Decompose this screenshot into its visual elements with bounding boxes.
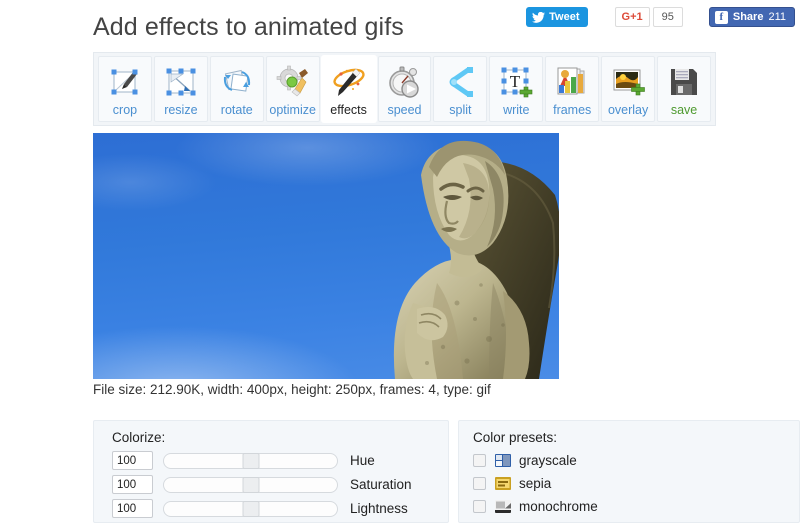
social-share-bar: Tweet G+1 95 f Share 211 bbox=[526, 7, 795, 27]
saturation-label: Saturation bbox=[350, 477, 412, 492]
save-icon bbox=[663, 62, 705, 102]
tool-label: speed bbox=[387, 103, 422, 117]
monochrome-checkbox[interactable] bbox=[473, 500, 486, 513]
hue-value-input[interactable] bbox=[112, 451, 153, 470]
facebook-share-label: Share bbox=[732, 11, 764, 23]
saturation-value-input[interactable] bbox=[112, 475, 153, 494]
optimize-icon bbox=[272, 62, 314, 102]
tool-label: save bbox=[670, 103, 698, 117]
colorize-panel: Colorize: Hue Saturation Lightness bbox=[93, 420, 449, 523]
page-title: Add effects to animated gifs bbox=[93, 13, 404, 41]
grayscale-label: grayscale bbox=[519, 453, 577, 468]
effects-icon bbox=[328, 62, 370, 102]
hue-slider[interactable] bbox=[163, 452, 338, 469]
tool-frames[interactable]: frames bbox=[545, 56, 600, 122]
tool-label: resize bbox=[164, 103, 198, 117]
preset-row-grayscale: grayscale bbox=[473, 450, 799, 471]
file-info-text: File size: 212.90K, width: 400px, height… bbox=[93, 382, 491, 397]
sepia-label: sepia bbox=[519, 476, 552, 491]
google-plus-button[interactable]: G+1 bbox=[614, 7, 650, 27]
speed-icon bbox=[383, 62, 425, 102]
tool-resize[interactable]: resize bbox=[153, 56, 208, 122]
facebook-share-count: 211 bbox=[768, 11, 786, 23]
split-icon bbox=[439, 62, 481, 102]
tweet-button[interactable]: Tweet bbox=[526, 7, 588, 27]
colorize-title: Colorize: bbox=[112, 430, 166, 445]
monochrome-label: monochrome bbox=[519, 499, 598, 514]
tool-label: optimize bbox=[269, 103, 316, 117]
tool-rotate[interactable]: rotate bbox=[209, 56, 264, 122]
tool-speed[interactable]: speed bbox=[377, 56, 432, 122]
effects-options: Colorize: Hue Saturation Lightness Color… bbox=[93, 420, 800, 523]
tool-write[interactable]: T write bbox=[489, 56, 544, 122]
resize-icon bbox=[160, 62, 202, 102]
saturation-slider-handle[interactable] bbox=[242, 476, 259, 493]
sepia-checkbox[interactable] bbox=[473, 477, 486, 490]
lightness-slider[interactable] bbox=[163, 500, 338, 517]
preview-statue-image bbox=[393, 140, 559, 379]
monochrome-swatch-icon bbox=[495, 500, 511, 513]
rotate-icon bbox=[216, 62, 258, 102]
preset-row-monochrome: monochrome bbox=[473, 496, 799, 517]
tool-optimize[interactable]: optimize bbox=[265, 56, 320, 122]
tool-label: split bbox=[449, 103, 472, 117]
crop-icon bbox=[104, 62, 146, 102]
page-header: Add effects to animated gifs Tweet G+1 9… bbox=[0, 0, 800, 46]
overlay-icon bbox=[607, 62, 649, 102]
tool-label: crop bbox=[112, 103, 138, 117]
preset-row-sepia: sepia bbox=[473, 473, 799, 494]
lightness-value-input[interactable] bbox=[112, 499, 153, 518]
facebook-icon: f bbox=[714, 10, 728, 24]
tool-label: rotate bbox=[220, 103, 253, 117]
slider-row-lightness: Lightness bbox=[112, 498, 448, 519]
google-plus-widget: G+1 95 bbox=[614, 7, 683, 27]
gif-preview[interactable] bbox=[93, 133, 559, 379]
color-presets-panel: Color presets: grayscale sepia monochrom… bbox=[458, 420, 800, 523]
slider-row-saturation: Saturation bbox=[112, 474, 448, 495]
tool-crop[interactable]: crop bbox=[98, 56, 152, 122]
svg-text:T: T bbox=[510, 72, 521, 91]
tool-label: effects bbox=[330, 103, 367, 117]
write-icon: T bbox=[495, 62, 537, 102]
tool-save[interactable]: save bbox=[657, 56, 711, 122]
lightness-slider-handle[interactable] bbox=[242, 500, 259, 517]
tool-overlay[interactable]: overlay bbox=[601, 56, 656, 122]
sepia-swatch-icon bbox=[495, 477, 511, 490]
lightness-label: Lightness bbox=[350, 501, 408, 516]
tool-label: write bbox=[503, 103, 530, 117]
frames-icon bbox=[551, 62, 593, 102]
twitter-icon bbox=[532, 11, 546, 23]
google-plus-count[interactable]: 95 bbox=[652, 7, 683, 27]
grayscale-checkbox[interactable] bbox=[473, 454, 486, 467]
tool-effects[interactable]: effects bbox=[321, 56, 376, 122]
editor-toolbar: crop resize rotate optimize effects spee… bbox=[93, 52, 716, 126]
hue-slider-handle[interactable] bbox=[242, 452, 259, 469]
tweet-label: Tweet bbox=[549, 11, 580, 23]
facebook-share-button[interactable]: f Share 211 bbox=[708, 7, 795, 27]
color-presets-title: Color presets: bbox=[473, 430, 558, 445]
tool-label: overlay bbox=[607, 103, 649, 117]
tool-label: frames bbox=[553, 103, 592, 117]
saturation-slider[interactable] bbox=[163, 476, 338, 493]
slider-row-hue: Hue bbox=[112, 450, 448, 471]
grayscale-swatch-icon bbox=[495, 454, 511, 467]
tool-split[interactable]: split bbox=[433, 56, 488, 122]
hue-label: Hue bbox=[350, 453, 375, 468]
